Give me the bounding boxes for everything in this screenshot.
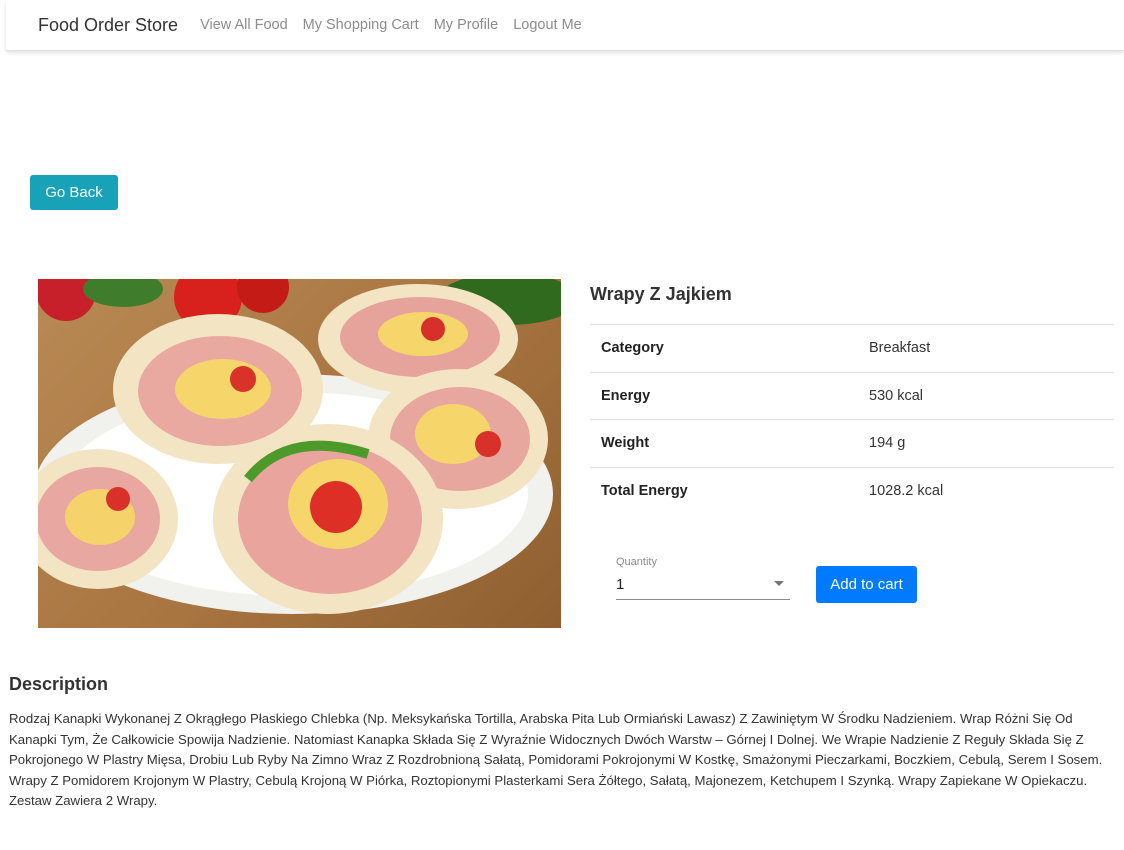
detail-label: Category [601,340,664,357]
nav-view-all-food[interactable]: View All Food [200,17,288,33]
detail-value: 530 kcal [869,387,924,404]
detail-value: 1028.2 kcal [869,483,944,499]
nav-my-shopping-cart[interactable]: My Shopping Cart [303,17,419,33]
brand-link[interactable]: Food Order Store [38,15,178,36]
nav-my-profile[interactable]: My Profile [434,17,498,33]
food-details-table: Category Breakfast Energy 530 kcal Weigh… [590,324,1114,515]
table-row: Energy 530 kcal [590,372,1114,420]
detail-label: Energy [601,387,651,404]
quantity-value: 1 [616,576,625,593]
table-row: Weight 194 g [590,419,1114,468]
go-back-button[interactable]: Go Back [30,175,118,210]
table-row: Total Energy 1028.2 kcal [590,467,1114,515]
add-to-cart-button[interactable]: Add to cart [816,566,917,603]
detail-label: Weight [601,435,650,452]
detail-value: 194 g [869,435,906,452]
quantity-label: Quantity [616,556,657,568]
navbar: Food Order Store View All Food My Shoppi… [6,0,1124,51]
wraps-illustration [38,279,561,614]
detail-value: Breakfast [869,340,931,357]
description-heading: Description [9,674,109,694]
food-image [38,279,561,628]
table-row: Category Breakfast [590,324,1114,373]
caret-down-icon[interactable] [774,581,784,586]
description-text: Rodzaj Kanapki Wykonanej Z Okrągłego Pła… [9,711,1103,808]
quantity-select[interactable]: Quantity 1 [616,554,790,600]
food-title: Wrapy Z Jajkiem [590,284,732,304]
detail-label: Total Energy [601,483,688,499]
nav-logout[interactable]: Logout Me [513,17,582,33]
